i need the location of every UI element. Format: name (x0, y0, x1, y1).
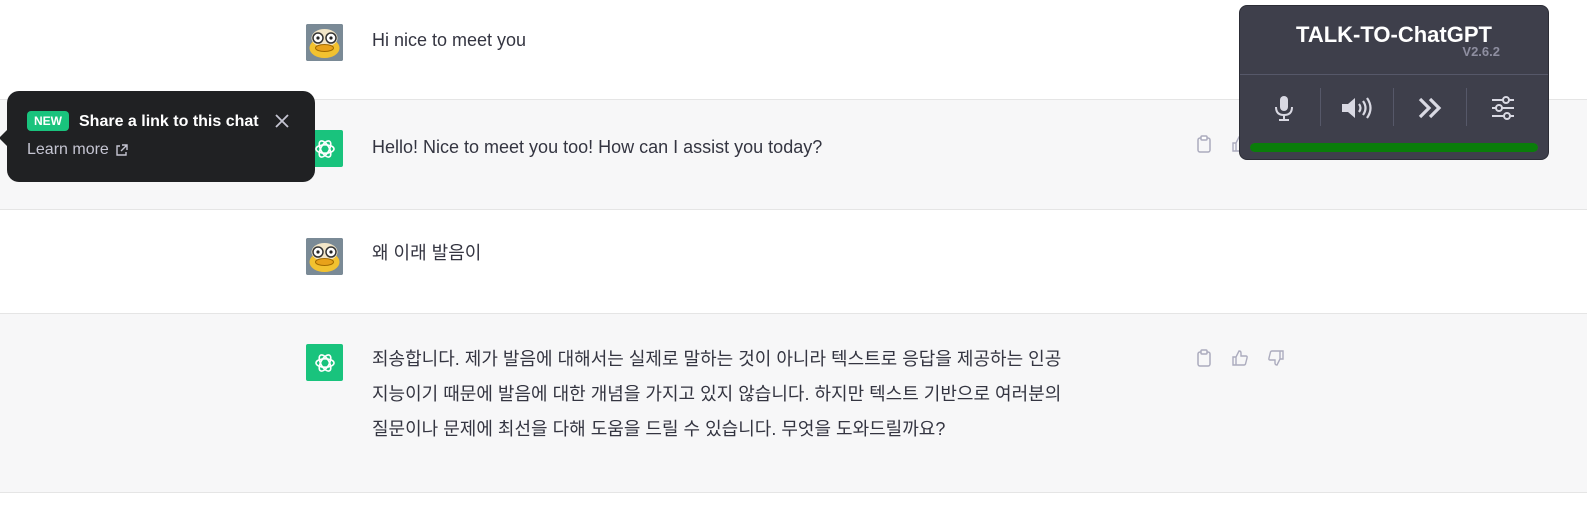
openai-logo-icon (314, 139, 335, 158)
duck-avatar-icon (306, 238, 343, 275)
settings-button[interactable] (1467, 88, 1539, 128)
message-row-assistant: 죄송합니다. 제가 발음에 대해서는 실제로 말하는 것이 아니라 텍스트로 응… (0, 314, 1587, 493)
speaker-button[interactable] (1321, 88, 1393, 128)
thumbs-down-icon[interactable] (1265, 347, 1287, 369)
message-row-user: 왜 이래 발음이 (0, 210, 1587, 314)
user-message: 왜 이래 발음이 (372, 243, 482, 263)
microphone-icon (1275, 96, 1293, 121)
assistant-message: 죄송합니다. 제가 발음에 대해서는 실제로 말하는 것이 아니라 텍스트로 응… (372, 342, 1182, 447)
panel-divider (1240, 74, 1548, 75)
learn-more-link[interactable]: Learn more (27, 141, 128, 159)
user-avatar (306, 24, 343, 61)
user-avatar (306, 238, 343, 275)
assistant-message: Hello! Nice to meet you too! How can I a… (372, 137, 823, 157)
copy-icon[interactable] (1193, 347, 1215, 369)
skip-button[interactable] (1394, 88, 1466, 128)
learn-more-label: Learn more (27, 141, 109, 158)
copy-icon[interactable] (1193, 133, 1215, 155)
thumbs-up-icon[interactable] (1229, 347, 1251, 369)
duck-avatar-icon (306, 24, 343, 61)
tooltip-arrow (0, 129, 8, 147)
chatgpt-avatar (306, 344, 343, 381)
openai-logo-icon (314, 353, 335, 372)
progress-bar (1250, 143, 1538, 152)
panel-title: TALK-TO-ChatGPT (1296, 22, 1492, 47)
settings-sliders-icon (1492, 96, 1514, 120)
talk-to-chatgpt-panel: TALK-TO-ChatGPT V2.6.2 (1239, 5, 1549, 160)
skip-icon (1418, 97, 1442, 119)
message-line: 죄송합니다. 제가 발음에 대해서는 실제로 말하는 것이 아니라 텍스트로 응… (372, 349, 1062, 369)
panel-version: V2.6.2 (1462, 44, 1500, 59)
user-message: Hi nice to meet you (372, 30, 527, 50)
external-link-icon (116, 143, 128, 156)
progress-fill (1250, 143, 1538, 152)
panel-buttons (1248, 88, 1539, 128)
close-icon[interactable] (275, 111, 289, 133)
tooltip-title: Share a link to this chat (79, 113, 259, 130)
new-badge: NEW (27, 111, 69, 131)
speaker-icon (1342, 97, 1372, 119)
share-link-tooltip: NEW Share a link to this chat Learn more (0, 91, 315, 182)
message-line: 질문이나 문제에 최선을 다해 도움을 드릴 수 있습니다. 무엇을 도와드릴까… (372, 419, 946, 439)
message-line: 지능이기 때문에 발음에 대한 개념을 가지고 있지 않습니다. 하지만 텍스트… (372, 384, 1062, 404)
microphone-button[interactable] (1248, 88, 1320, 128)
message-actions (1193, 347, 1287, 369)
